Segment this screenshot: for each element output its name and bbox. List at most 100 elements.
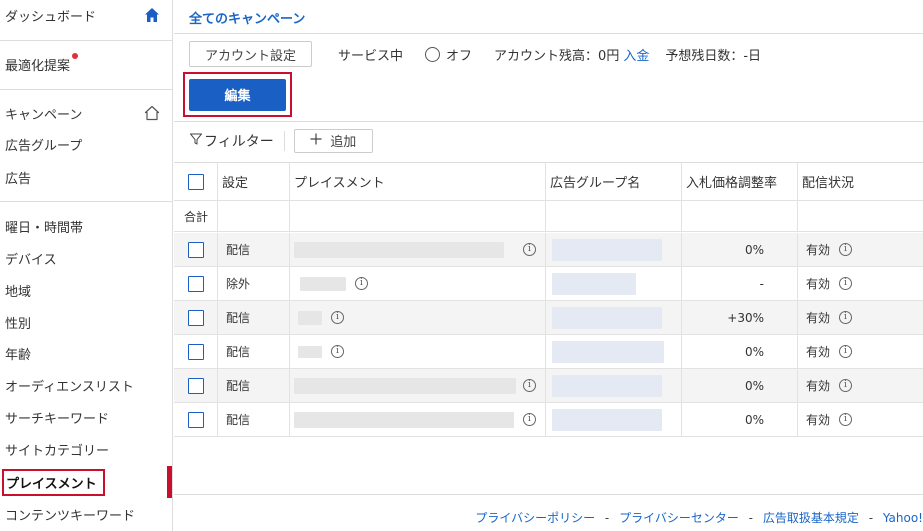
notification-dot (72, 52, 79, 59)
column-header-bid-adjustment[interactable]: 入札価格調整率 (686, 163, 777, 200)
service-status: サービス中 (338, 48, 404, 64)
bid-adjustment-cell: +30% (727, 310, 764, 325)
row-checkbox[interactable] (188, 411, 204, 428)
info-icon[interactable]: i (523, 413, 536, 426)
row-checkbox[interactable] (188, 377, 204, 394)
adgroup-redacted[interactable] (552, 408, 662, 431)
bid-adjustment-cell: 0% (744, 412, 764, 427)
sidebar-item-dashboard[interactable]: ダッシュボード (0, 0, 172, 30)
off-label: オフ (446, 48, 473, 64)
info-icon[interactable]: i (839, 345, 852, 358)
filter-button[interactable]: フィルター (189, 130, 285, 151)
account-balance: アカウント残高：0円 (494, 48, 620, 64)
sidebar-item-device[interactable]: デバイス (0, 243, 172, 273)
add-label: 追加 (330, 135, 357, 150)
row-checkbox[interactable] (188, 275, 204, 292)
info-icon[interactable]: i (331, 345, 344, 358)
sidebar-item-placement[interactable]: プレイスメント (0, 467, 172, 497)
sidebar-item-label: 最適化提案 (5, 58, 71, 74)
status-cell: 有効 (806, 311, 831, 325)
footer: プライバシーポリシー - プライバシーセンター - 広告取扱基本規定 - Yah… (475, 509, 923, 526)
status-cell: 有効 (806, 277, 831, 291)
setting-cell[interactable]: 配信 (226, 301, 250, 334)
sidebar-item-label: 年齢 (5, 347, 32, 363)
info-icon[interactable]: i (523, 379, 536, 392)
info-icon[interactable]: i (839, 243, 852, 256)
table-row: 配信 i 0% 有効 i (174, 403, 923, 437)
row-checkbox[interactable] (188, 241, 204, 258)
sidebar-item-gender[interactable]: 性別 (0, 307, 172, 337)
sidebar-item-label: デバイス (5, 252, 57, 268)
sidebar-item-ads[interactable]: 広告 (0, 162, 172, 192)
sidebar-item-label: サイトカテゴリー (5, 443, 110, 459)
filter-label: フィルター (204, 133, 274, 150)
terms-link[interactable]: 広告取扱基本規定 (763, 511, 859, 525)
bid-adjustment-cell: 0% (744, 242, 764, 257)
table-row: 配信 i 0% 有効 i (174, 233, 923, 267)
sidebar-item-region[interactable]: 地域 (0, 275, 172, 305)
sidebar-item-campaign[interactable]: キャンペーン (0, 98, 172, 128)
bid-adjustment-cell: 0% (744, 344, 764, 359)
deposit-link[interactable]: 入金 (623, 45, 649, 64)
adgroup-redacted[interactable] (552, 374, 662, 397)
setting-cell[interactable]: 除外 (226, 267, 250, 300)
sidebar-item-content-keyword[interactable]: コンテンツキーワード (0, 499, 172, 529)
privacy-policy-link[interactable]: プライバシーポリシー (475, 511, 595, 525)
home-outline-icon (142, 103, 162, 123)
remaining-days: 予想残日数：-日 (665, 48, 762, 64)
off-radio[interactable] (425, 46, 441, 62)
column-header-delivery-status[interactable]: 配信状況 (802, 163, 854, 200)
column-header-placement[interactable]: プレイスメント (294, 163, 385, 200)
adgroup-redacted[interactable] (552, 340, 664, 363)
setting-cell[interactable]: 配信 (226, 369, 250, 402)
sidebar-divider (0, 89, 172, 90)
row-checkbox[interactable] (188, 343, 204, 360)
yahoo-link[interactable]: Yahoo! (883, 511, 923, 525)
privacy-center-link[interactable]: プライバシーセンター (619, 511, 739, 525)
adgroup-redacted[interactable] (552, 238, 662, 261)
sidebar-item-label: 曜日・時間帯 (5, 220, 84, 236)
table-row: 除外 i - 有効 i (174, 267, 923, 301)
page-title[interactable]: 全てのキャンペーン (189, 8, 305, 27)
sidebar: ダッシュボード 最適化提案 キャンペーン 広告グループ 広告 曜日・時間帯 デバ… (0, 0, 173, 531)
adgroup-redacted[interactable] (552, 272, 636, 295)
adgroup-redacted[interactable] (552, 306, 662, 329)
bid-adjustment-cell: - (759, 276, 764, 291)
filter-toolbar: フィルター 追加 (189, 128, 373, 153)
column-header-setting[interactable]: 設定 (222, 163, 248, 200)
sidebar-item-site-category[interactable]: サイトカテゴリー (0, 434, 172, 464)
setting-cell[interactable]: 配信 (226, 403, 250, 436)
column-header-adgroup[interactable]: 広告グループ名 (550, 163, 640, 200)
info-icon[interactable]: i (331, 311, 344, 324)
sidebar-item-optimization[interactable]: 最適化提案 (0, 49, 172, 79)
info-icon[interactable]: i (523, 243, 536, 256)
info-icon[interactable]: i (839, 379, 852, 392)
info-icon[interactable]: i (355, 277, 368, 290)
sidebar-item-dayparting[interactable]: 曜日・時間帯 (0, 211, 172, 241)
info-icon[interactable]: i (839, 311, 852, 324)
footer-divider (174, 494, 923, 495)
setting-cell[interactable]: 配信 (226, 335, 250, 368)
select-all-checkbox[interactable] (188, 173, 204, 190)
info-icon[interactable]: i (839, 413, 852, 426)
setting-cell[interactable]: 配信 (226, 233, 250, 266)
add-button[interactable]: 追加 (293, 128, 373, 153)
table-total-row: 合計 (174, 201, 923, 232)
sidebar-item-age[interactable]: 年齢 (0, 338, 172, 368)
sidebar-divider (0, 201, 172, 202)
row-checkbox[interactable] (188, 309, 204, 326)
home-filled-icon (142, 5, 162, 25)
status-cell: 有効 (806, 345, 831, 359)
account-settings-button[interactable]: アカウント設定 (189, 41, 313, 67)
footer-separator: - (748, 511, 754, 525)
filter-icon (189, 133, 203, 149)
edit-button[interactable]: 編集 (189, 78, 286, 111)
footer-separator: - (868, 511, 874, 525)
info-icon[interactable]: i (839, 277, 852, 290)
sidebar-item-audience-list[interactable]: オーディエンスリスト (0, 370, 172, 400)
sidebar-item-adgroup[interactable]: 広告グループ (0, 129, 172, 159)
placement-redacted (294, 411, 514, 428)
total-label: 合計 (184, 209, 209, 224)
sidebar-item-search-keyword[interactable]: サーチキーワード (0, 402, 172, 432)
status-cell: 有効 (806, 379, 831, 393)
